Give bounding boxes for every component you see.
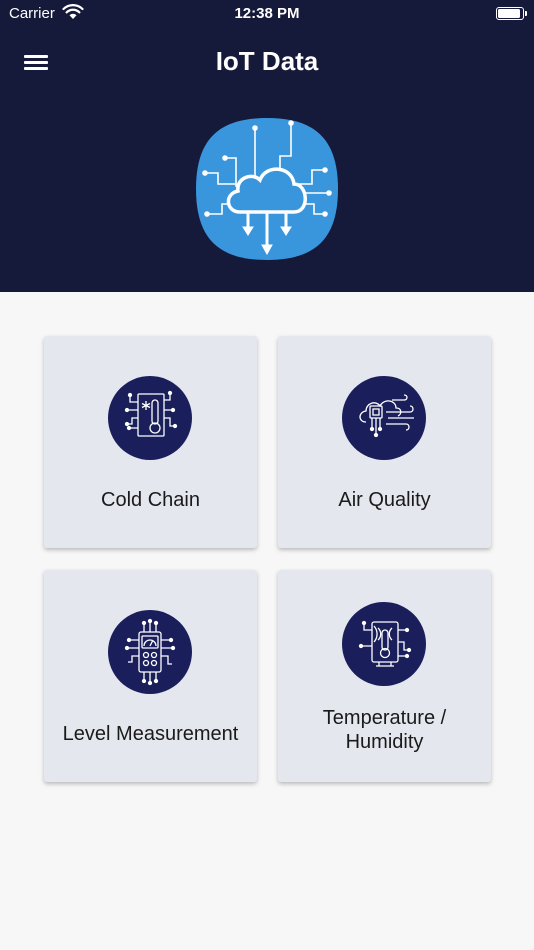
tile-label: Cold Chain [101, 489, 200, 511]
sensor-grid: Cold Chain Air Quality Level Measurement… [44, 336, 491, 782]
battery-icon [496, 7, 527, 20]
air-quality-icon [342, 376, 426, 460]
temperature-humidity-icon [342, 602, 426, 686]
tile-air-quality[interactable]: Air Quality [278, 336, 491, 548]
tile-label: Temperature / Humidity [278, 706, 491, 754]
status-time: 12:38 PM [234, 5, 300, 22]
app-header: Carrier 12:38 PM IoT Data [0, 0, 534, 292]
tile-label: Level Measurement [62, 723, 239, 745]
tile-label-line1: Temperature / [322, 707, 447, 729]
cloud-circuit-icon [196, 118, 338, 260]
status-bar: Carrier 12:38 PM [0, 0, 534, 28]
tile-label: Air Quality [338, 489, 431, 511]
page-title: IoT Data [215, 46, 319, 76]
tile-label-line2: Humidity [345, 731, 424, 753]
level-measurement-icon [108, 610, 192, 694]
tile-level-measurement[interactable]: Level Measurement [44, 570, 257, 782]
tile-cold-chain[interactable]: Cold Chain [44, 336, 257, 548]
tile-temperature-humidity[interactable]: Temperature / Humidity [278, 570, 491, 782]
cold-chain-icon [108, 376, 192, 460]
